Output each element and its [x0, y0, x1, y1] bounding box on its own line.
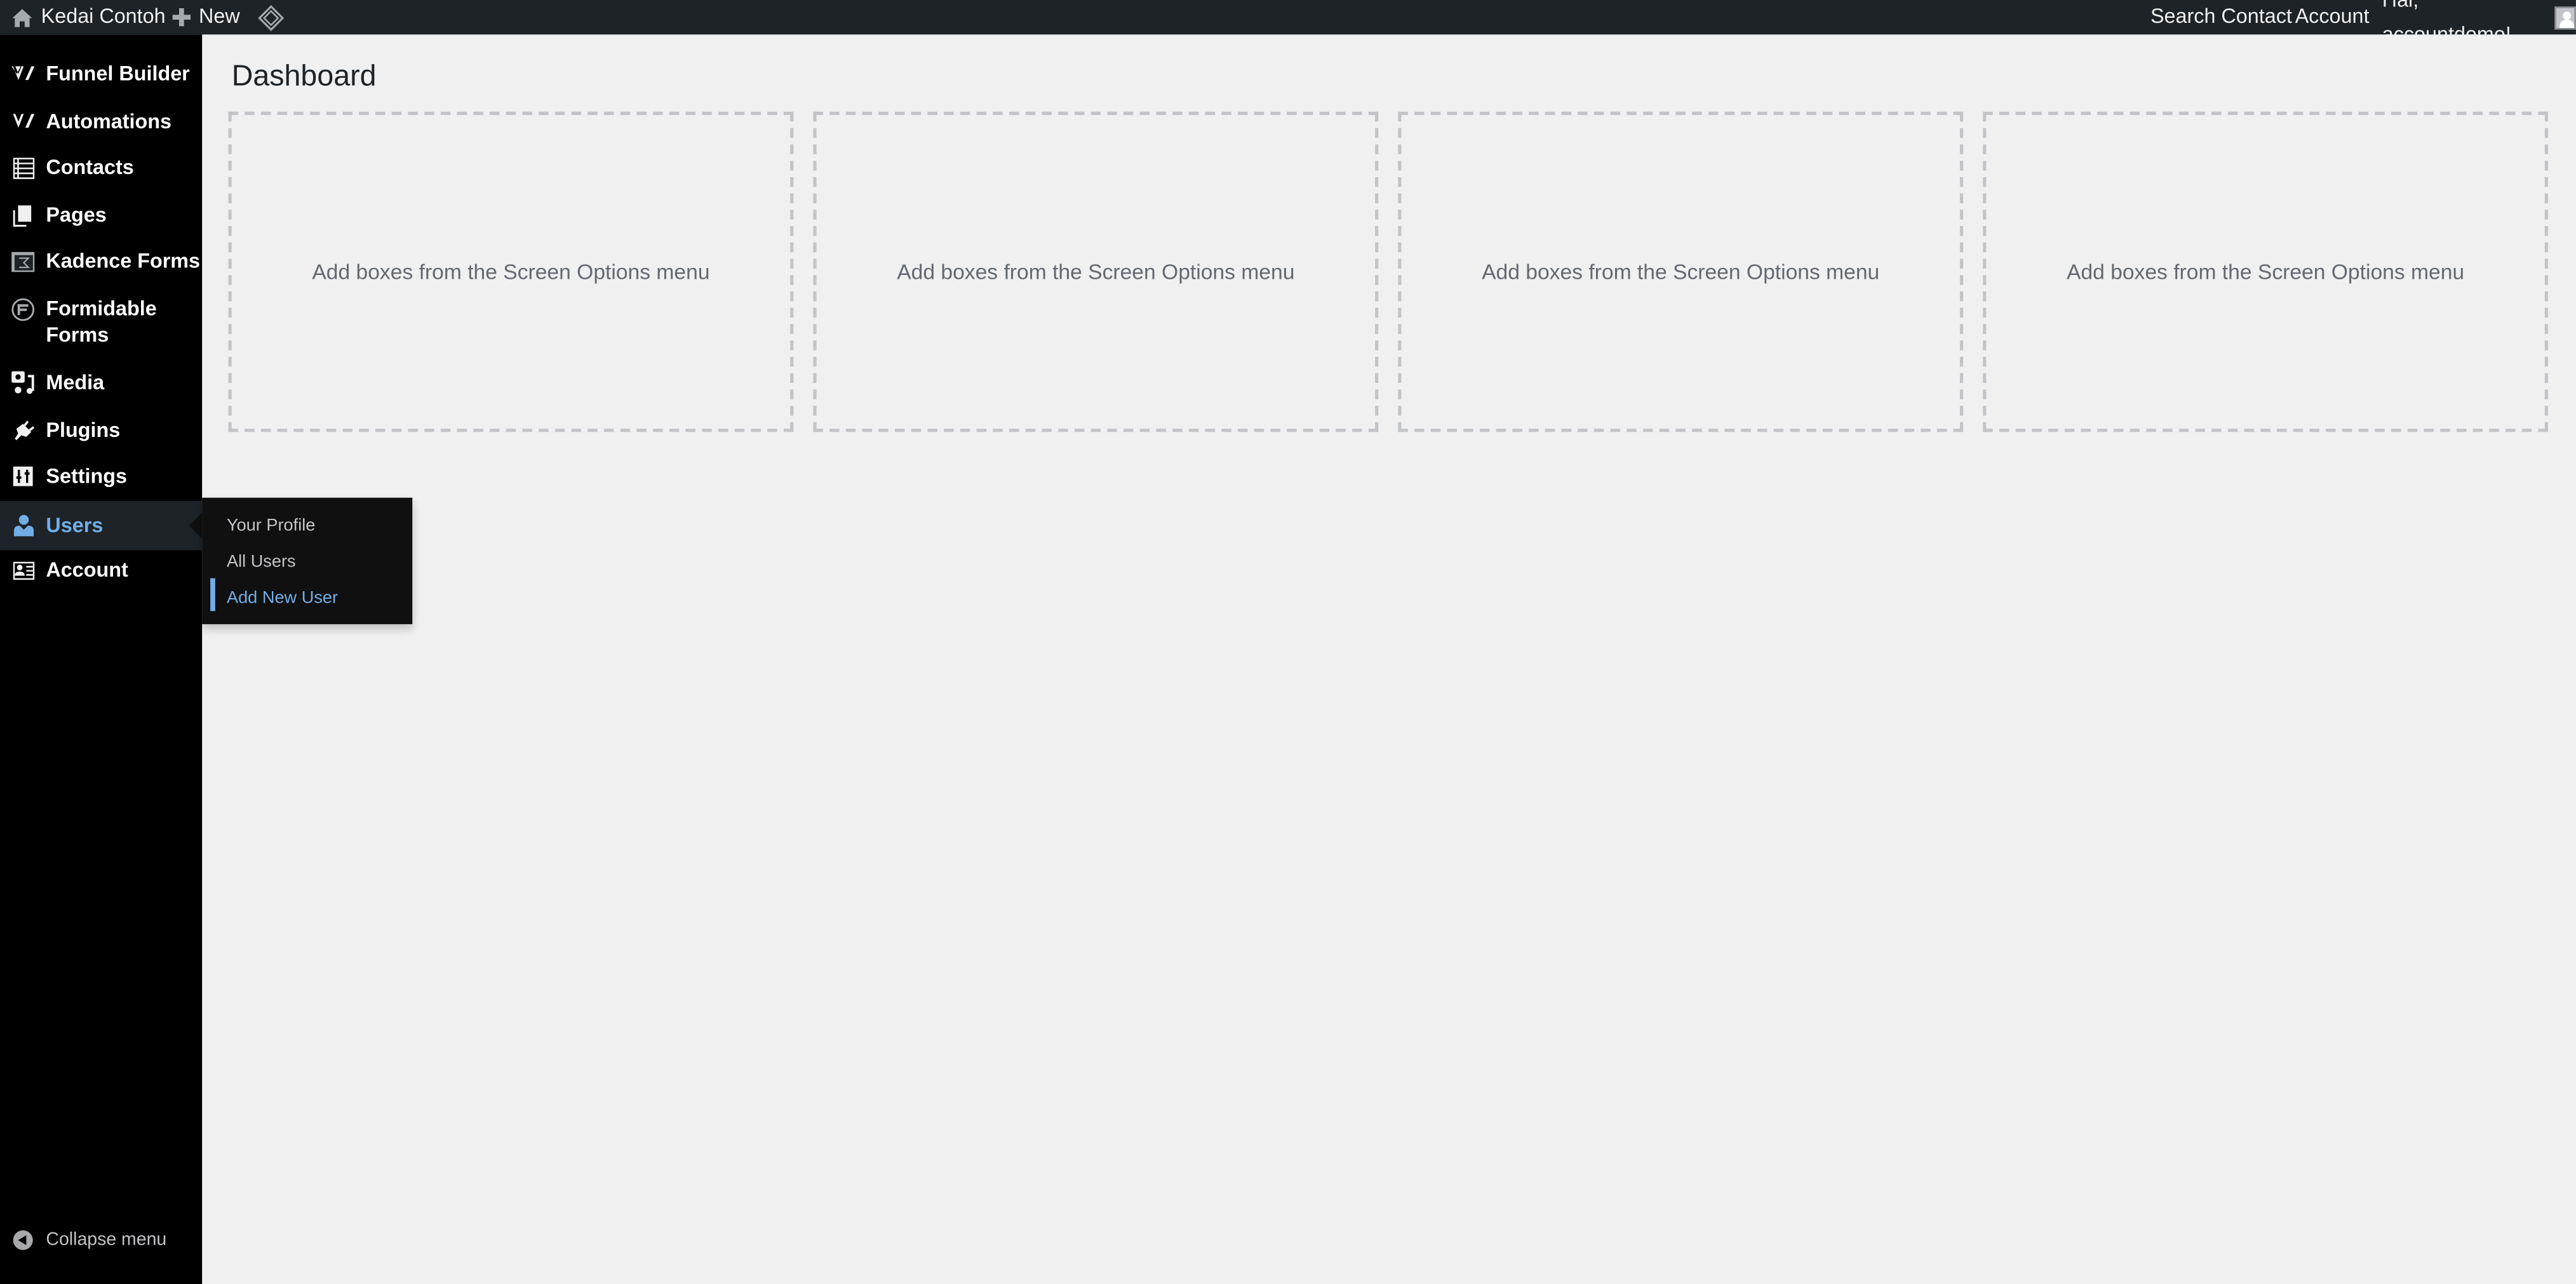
sidebar-label: Account: [46, 558, 128, 582]
sidebar-item-funnel-builder[interactable]: Funnel Builder: [0, 61, 202, 102]
new-label: New: [198, 4, 240, 28]
sidebar-label: Contacts: [46, 156, 134, 179]
sidebar-label: Plugins: [46, 418, 121, 442]
submenu-add-new-user[interactable]: Add New User: [227, 586, 338, 609]
kadence-forms-icon: [11, 250, 35, 272]
collapse-menu-button[interactable]: Collapse menu: [0, 1230, 166, 1250]
plus-icon: [172, 8, 191, 27]
automations-icon: [11, 110, 35, 133]
sidebar-item-formidable-forms[interactable]: Formidable Forms: [0, 296, 202, 365]
submenu-all-users[interactable]: All Users: [227, 551, 296, 573]
sidebar-label: Kadence Forms: [46, 250, 201, 273]
placeholder-text: Add boxes from the Screen Options menu: [312, 259, 710, 284]
search-contact-label: Search Contact: [2150, 4, 2292, 28]
sidebar-label: Pages: [46, 203, 107, 227]
diamond-logo-icon: [258, 4, 285, 30]
collapse-menu-label: Collapse menu: [46, 1230, 167, 1250]
admin-sidebar: Funnel Builder Automations Contacts Page…: [0, 34, 203, 1284]
site-name: Kedai Contoh: [41, 4, 166, 28]
media-icon: [11, 371, 34, 394]
sidebar-item-contacts[interactable]: Contacts: [0, 154, 202, 196]
sidebar-label: Funnel Builder: [46, 62, 190, 86]
account-link[interactable]: Account: [2295, 0, 2370, 34]
sidebar-item-pages[interactable]: Pages: [0, 202, 202, 243]
placeholder-text: Add boxes from the Screen Options menu: [1482, 259, 1880, 284]
greeting-label: Hai, accountdemo!: [2382, 0, 2511, 46]
site-name-link[interactable]: Kedai Contoh: [11, 0, 166, 34]
sidebar-item-users[interactable]: Users: [0, 500, 203, 551]
sidebar-item-kadence-forms[interactable]: Kadence Forms: [0, 248, 202, 290]
dashboard-placeholder-box: Add boxes from the Screen Options menu: [228, 111, 794, 432]
wp-admin-screen: Kedai Contoh New Search Contact Account …: [0, 0, 2576, 1284]
funnel-builder-icon: [11, 62, 35, 85]
sidebar-label: Users: [46, 514, 104, 537]
dashboard-placeholder-box: Add boxes from the Screen Options menu: [1983, 111, 2548, 432]
sidebar-item-automations[interactable]: Automations: [0, 109, 202, 150]
search-contact-link[interactable]: Search Contact: [2150, 0, 2292, 34]
current-item-indicator: [210, 578, 215, 612]
plugin-diamond-link[interactable]: [258, 0, 292, 34]
sidebar-item-plugins[interactable]: Plugins: [0, 417, 202, 458]
plugins-icon: [11, 419, 34, 442]
sidebar-item-settings[interactable]: Settings: [0, 463, 202, 504]
sidebar-label: Automations: [46, 110, 172, 133]
flyout-pointer: [189, 512, 203, 539]
users-icon: [11, 514, 34, 537]
dashboard-placeholder-box: Add boxes from the Screen Options menu: [1398, 111, 1964, 432]
home-icon: [11, 8, 33, 27]
sidebar-item-account[interactable]: Account: [0, 557, 202, 598]
settings-icon: [11, 465, 34, 488]
sidebar-label: Formidable Forms: [46, 297, 157, 347]
submenu-your-profile[interactable]: Your Profile: [227, 514, 315, 537]
account-label: Account: [2295, 4, 2370, 28]
dashboard-placeholder-box: Add boxes from the Screen Options menu: [813, 111, 1379, 432]
placeholder-text: Add boxes from the Screen Options menu: [2066, 259, 2465, 284]
account-card-icon: [11, 558, 34, 581]
pages-icon: [11, 204, 34, 227]
avatar: [2554, 6, 2576, 29]
page-title: Dashboard: [231, 59, 377, 92]
new-content-link[interactable]: New: [172, 0, 240, 34]
collapse-arrow-icon: [13, 1230, 33, 1250]
sidebar-label: Settings: [46, 465, 127, 488]
sidebar-item-media[interactable]: Media: [0, 370, 202, 411]
placeholder-text: Add boxes from the Screen Options menu: [897, 259, 1295, 284]
admin-bar: Kedai Contoh New Search Contact Account …: [0, 0, 2576, 45]
my-account-menu[interactable]: Hai, accountdemo!: [2382, 0, 2576, 45]
formidable-forms-icon: [11, 297, 35, 321]
users-submenu: Your Profile All Users Add New User: [202, 497, 413, 624]
contacts-list-icon: [11, 156, 34, 179]
sidebar-label: Media: [46, 371, 105, 394]
